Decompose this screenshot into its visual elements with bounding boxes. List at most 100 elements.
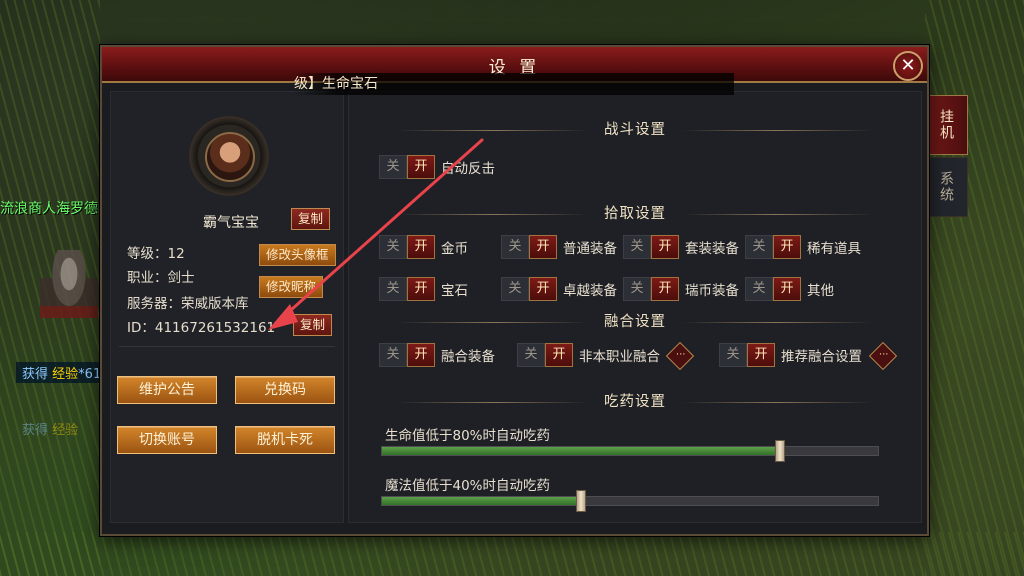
toggle-on[interactable]: 开 — [529, 277, 557, 301]
divider — [682, 321, 872, 323]
avatar-frame — [189, 116, 269, 196]
message-item: 经验 — [52, 423, 79, 438]
toggle-loot-normal: 关 开 普通装备 — [501, 235, 617, 259]
toggle-off[interactable]: 关 — [501, 235, 529, 259]
redeem-code-button[interactable]: 兑换码 — [235, 376, 335, 404]
toggle-on[interactable]: 开 — [407, 155, 435, 179]
fuse-non-class-more-button[interactable]: ··· — [665, 341, 695, 371]
toggle-off[interactable]: 关 — [719, 343, 747, 367]
toggle-on[interactable]: 开 — [407, 235, 435, 259]
toggle-label: 其他 — [807, 283, 834, 299]
divider — [398, 129, 588, 131]
section-combat-title: 战斗设置 — [604, 122, 666, 138]
slider-fill — [382, 497, 581, 505]
avatar[interactable] — [205, 132, 255, 182]
toggle-off[interactable]: 关 — [379, 343, 407, 367]
toggle-loot-excellent: 关 开 卓越装备 — [501, 277, 617, 301]
toggle-on[interactable]: 开 — [747, 343, 775, 367]
copy-id-button[interactable]: 复制 — [293, 314, 333, 336]
tab-hangup[interactable]: 挂机 — [924, 95, 968, 155]
npc-name-label: 流浪商人海罗德 — [0, 201, 98, 217]
message-prefix: 获得 — [22, 367, 49, 382]
section-fuse: 融合设置 — [349, 310, 921, 331]
divider — [682, 213, 872, 215]
toggle-label: 非本职业融合 — [579, 349, 660, 365]
copy-name-button[interactable]: 复制 — [291, 208, 331, 230]
toggle-off[interactable]: 关 — [501, 277, 529, 301]
more-icon: ··· — [675, 349, 686, 361]
toggle-label: 稀有道具 — [807, 241, 861, 257]
grass-texture-right — [925, 0, 1024, 576]
toggle-loot-gold: 关 开 金币 — [379, 235, 468, 259]
toggle-loot-other: 关 开 其他 — [745, 277, 834, 301]
switch-account-button[interactable]: 切换账号 — [117, 426, 217, 454]
close-button[interactable]: ✕ — [893, 51, 923, 81]
toggle-label: 自动反击 — [441, 161, 495, 177]
slider-handle[interactable] — [774, 440, 785, 462]
slider-handle[interactable] — [576, 490, 587, 512]
fuse-recommend-more-button[interactable]: ··· — [868, 341, 898, 371]
divider — [398, 213, 588, 215]
message-prefix: 获得 — [22, 423, 49, 438]
toggle-off[interactable]: 关 — [623, 235, 651, 259]
slider-fill — [382, 447, 779, 455]
settings-panel: 战斗设置 关 开 自动反击 拾取设置 关 开 金币 关 开 普通装备 关 开 套… — [348, 91, 922, 523]
player-name: 霸气宝宝 — [203, 215, 259, 231]
toggle-loot-coin-equip: 关 开 瑞币装备 — [623, 277, 739, 301]
system-message-faded: 获得 经验 — [16, 418, 84, 439]
player-level: 等级：12 — [127, 246, 185, 262]
change-nickname-button[interactable]: 修改昵称 — [259, 276, 324, 298]
toggle-on[interactable]: 开 — [407, 277, 435, 301]
divider — [398, 401, 588, 403]
hp-potion-label: 生命值低于80%时自动吃药 — [385, 428, 551, 444]
toggle-off[interactable]: 关 — [517, 343, 545, 367]
section-potion: 吃药设置 — [349, 390, 921, 411]
player-server: 服务器：荣威版本库 — [127, 296, 249, 312]
settings-dialog: 设 置 ✕ 级】生命宝石 霸气宝宝 复制 等级：12 修改头像框 职业：剑士 修… — [100, 45, 929, 536]
message-item: 经验 — [52, 367, 79, 382]
unstuck-button[interactable]: 脱机卡死 — [235, 426, 335, 454]
grass-texture-bottom — [0, 532, 1024, 576]
toggle-on[interactable]: 开 — [773, 235, 801, 259]
toggle-label: 卓越装备 — [563, 283, 617, 299]
toggle-label: 普通装备 — [563, 241, 617, 257]
more-icon: ··· — [878, 349, 889, 361]
toggle-off[interactable]: 关 — [745, 277, 773, 301]
toggle-off[interactable]: 关 — [379, 235, 407, 259]
toggle-label: 融合装备 — [441, 349, 495, 365]
message-suffix: *61 — [78, 367, 102, 382]
toggle-label: 金币 — [441, 241, 468, 257]
system-message: 获得 经验*61 — [16, 362, 108, 383]
toggle-fuse-non-class: 关 开 非本职业融合 — [517, 343, 660, 367]
divider — [682, 129, 872, 131]
toggle-off[interactable]: 关 — [379, 277, 407, 301]
divider — [398, 321, 588, 323]
toggle-off[interactable]: 关 — [379, 155, 407, 179]
toggle-off[interactable]: 关 — [745, 235, 773, 259]
toggle-label: 推荐融合设置 — [781, 349, 862, 365]
toggle-on[interactable]: 开 — [545, 343, 573, 367]
toggle-on[interactable]: 开 — [407, 343, 435, 367]
notice-button[interactable]: 维护公告 — [117, 376, 217, 404]
player-id: ID：41167261532161 — [127, 320, 276, 336]
toggle-on[interactable]: 开 — [773, 277, 801, 301]
toggle-loot-set: 关 开 套装装备 — [623, 235, 739, 259]
section-loot-title: 拾取设置 — [604, 206, 666, 222]
toggle-on[interactable]: 开 — [651, 235, 679, 259]
section-potion-title: 吃药设置 — [604, 394, 666, 410]
toggle-off[interactable]: 关 — [623, 277, 651, 301]
toggle-on[interactable]: 开 — [651, 277, 679, 301]
hp-potion-slider[interactable] — [381, 440, 879, 462]
mp-potion-label: 魔法值低于40%时自动吃药 — [385, 478, 551, 494]
close-icon: ✕ — [900, 55, 916, 76]
change-frame-button[interactable]: 修改头像框 — [259, 244, 336, 266]
toggle-label: 套装装备 — [685, 241, 739, 257]
tab-system[interactable]: 系统 — [924, 157, 968, 217]
section-combat: 战斗设置 — [349, 118, 921, 139]
divider — [682, 401, 872, 403]
side-tab-bar: 挂机 系统 — [924, 95, 968, 219]
toggle-on[interactable]: 开 — [529, 235, 557, 259]
player-class: 职业：剑士 — [127, 270, 195, 286]
mp-potion-slider[interactable] — [381, 490, 879, 512]
toggle-label: 瑞币装备 — [685, 283, 739, 299]
